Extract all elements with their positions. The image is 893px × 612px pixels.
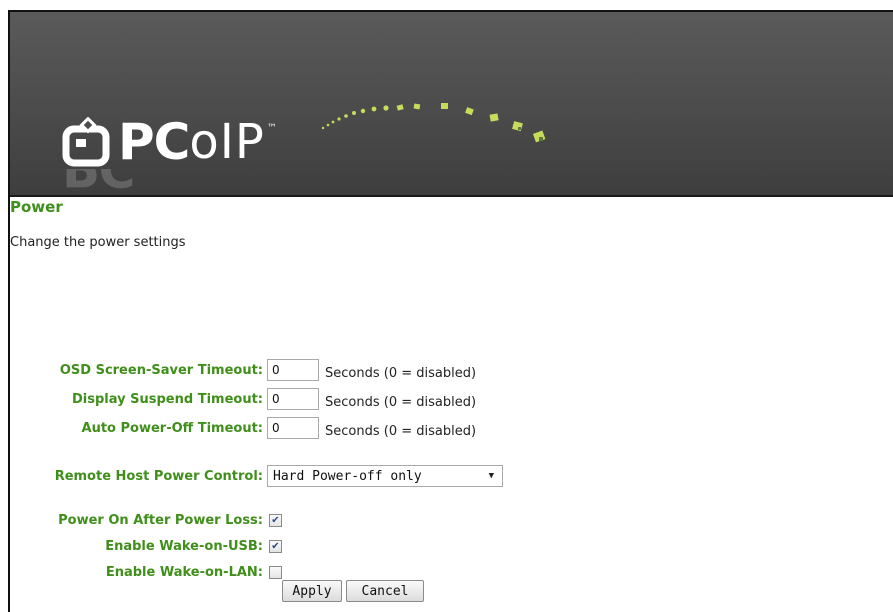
- logo-reflection-text: PC: [62, 169, 135, 193]
- display-suspend-label: Display Suspend Timeout:: [72, 391, 263, 407]
- header-banner: PC oIP ™ PC: [10, 12, 893, 197]
- remote-host-power-select[interactable]: Hard Power-off only ▼: [267, 465, 503, 487]
- pcoip-logo: PC oIP ™: [62, 117, 277, 167]
- osd-timeout-input[interactable]: [267, 359, 319, 381]
- auto-power-off-row: Auto Power-Off Timeout: Seconds (0 = dis…: [0, 416, 600, 440]
- logo-text-pc: PC: [118, 113, 190, 171]
- display-suspend-row: Display Suspend Timeout: Seconds (0 = di…: [0, 387, 600, 411]
- osd-timeout-unit: Seconds (0 = disabled): [325, 365, 477, 381]
- wake-on-usb-checkbox[interactable]: ✔: [269, 539, 282, 553]
- display-suspend-unit: Seconds (0 = disabled): [325, 394, 477, 410]
- osd-timeout-label: OSD Screen-Saver Timeout:: [59, 362, 263, 378]
- remote-host-power-row: Remote Host Power Control: Hard Power-of…: [0, 464, 600, 488]
- wake-on-lan-checkbox[interactable]: [269, 565, 282, 579]
- checkmark-icon: ✔: [271, 514, 280, 526]
- chevron-down-icon: ▼: [488, 471, 494, 481]
- page-description: Change the power settings: [10, 235, 186, 250]
- auto-power-off-unit: Seconds (0 = disabled): [325, 423, 477, 439]
- logo-arc-graphic: [321, 103, 546, 143]
- osd-timeout-row: OSD Screen-Saver Timeout: Seconds (0 = d…: [0, 358, 600, 382]
- wake-on-usb-label: Enable Wake-on-USB:: [105, 538, 263, 554]
- wake-on-usb-row: Enable Wake-on-USB: ✔: [0, 534, 600, 558]
- power-on-after-loss-label: Power On After Power Loss:: [58, 512, 263, 528]
- auto-power-off-label: Auto Power-Off Timeout:: [81, 420, 263, 436]
- remote-host-power-label: Remote Host Power Control:: [54, 468, 263, 484]
- remote-host-power-selected: Hard Power-off only: [273, 468, 422, 484]
- page-title: Power: [10, 198, 63, 216]
- cancel-button[interactable]: Cancel: [346, 580, 424, 602]
- display-suspend-input[interactable]: [267, 388, 319, 410]
- checkmark-icon: ✔: [271, 540, 280, 552]
- wake-on-lan-label: Enable Wake-on-LAN:: [105, 564, 263, 580]
- logo-text-oip: oIP: [189, 114, 265, 170]
- logo-trademark: ™: [266, 123, 277, 134]
- power-on-after-loss-checkbox[interactable]: ✔: [269, 513, 282, 527]
- logo-reflection: PC: [62, 169, 282, 193]
- power-on-after-loss-row: Power On After Power Loss: ✔: [0, 508, 600, 532]
- apply-button[interactable]: Apply: [282, 580, 342, 602]
- auto-power-off-input[interactable]: [267, 417, 319, 439]
- pcoip-mark-icon: [62, 117, 110, 167]
